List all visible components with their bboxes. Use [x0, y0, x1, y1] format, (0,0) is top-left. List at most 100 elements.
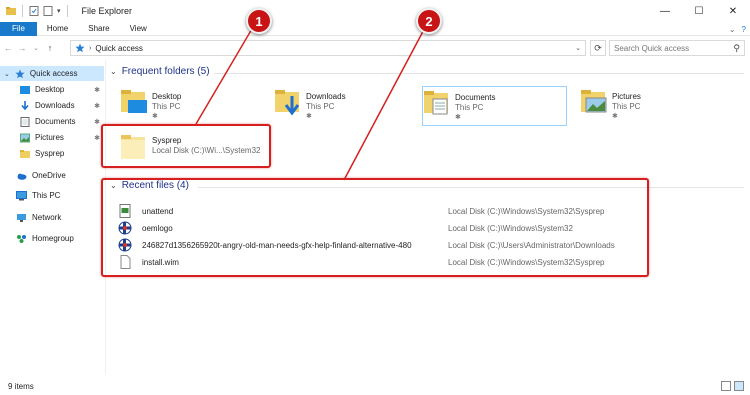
- navigation-pane: ⌄ Quick access Desktop ✱ Downloads ✱ Doc…: [0, 60, 105, 375]
- maximize-button[interactable]: ☐: [682, 0, 716, 22]
- sidebar-item-homegroup[interactable]: Homegroup: [16, 231, 104, 246]
- pictures-icon: [20, 133, 30, 142]
- sidebar-item-onedrive[interactable]: OneDrive: [16, 168, 104, 183]
- pin-icon[interactable]: ✱: [612, 112, 641, 120]
- file-explorer-window: ▾ File Explorer — ☐ ✕ File Home Share Vi…: [0, 0, 750, 395]
- forward-arrow-icon[interactable]: →: [16, 43, 28, 53]
- window-controls: — ☐ ✕: [648, 0, 750, 22]
- annotation-box-1: [101, 124, 271, 168]
- pin-icon[interactable]: ✱: [306, 112, 346, 120]
- search-icon: ⚲: [733, 42, 740, 53]
- documents-icon: [20, 116, 30, 127]
- sidebar-item-desktop[interactable]: Desktop ✱: [20, 82, 104, 97]
- up-arrow-icon[interactable]: ↑: [44, 43, 56, 53]
- minimize-button[interactable]: —: [648, 0, 682, 22]
- annotation-box-2: [101, 178, 649, 277]
- toolbar-divider: [66, 5, 68, 17]
- back-arrow-icon[interactable]: ←: [2, 43, 14, 53]
- tile-name: Desktop: [152, 92, 182, 101]
- folder-tile-downloads[interactable]: Downloads This PC ✱: [274, 86, 414, 126]
- details-view-icon[interactable]: [721, 381, 731, 391]
- computer-icon: [16, 190, 27, 200]
- chevron-down-icon[interactable]: ⌄: [4, 70, 10, 78]
- ribbon-right: ⌄ ?: [729, 22, 746, 36]
- sidebar-item-label: Network: [32, 213, 62, 222]
- group-title: Frequent folders (5): [121, 66, 210, 77]
- refresh-button[interactable]: ⟳: [590, 40, 606, 56]
- cloud-icon: [17, 173, 27, 180]
- folder-icon: [20, 149, 30, 158]
- breadcrumb-arrow-icon[interactable]: ›: [89, 45, 91, 52]
- sidebar-item-this-pc[interactable]: This PC: [16, 188, 104, 203]
- sidebar-item-sysprep[interactable]: Sysprep: [20, 146, 104, 161]
- sidebar-item-label: Pictures: [35, 133, 64, 142]
- tab-file[interactable]: File: [0, 21, 37, 36]
- properties-icon[interactable]: [29, 6, 39, 16]
- folder-tile-documents[interactable]: Documents This PC ✱: [422, 86, 567, 126]
- sidebar-item-label: This PC: [32, 191, 61, 200]
- new-folder-icon[interactable]: [43, 6, 53, 16]
- tile-location: This PC: [152, 102, 181, 111]
- tile-name: Pictures: [612, 92, 641, 101]
- close-button[interactable]: ✕: [716, 0, 750, 22]
- tab-home[interactable]: Home: [37, 22, 78, 36]
- pin-icon[interactable]: ✱: [94, 118, 100, 126]
- sidebar-item-quick-access[interactable]: ⌄ Quick access: [0, 66, 104, 81]
- pin-icon[interactable]: ✱: [152, 112, 181, 120]
- folder-tile-pictures[interactable]: Pictures This PC ✱: [580, 86, 720, 126]
- address-dropdown-icon[interactable]: ⌄: [575, 44, 581, 52]
- qat-dropdown-icon[interactable]: ▾: [57, 7, 61, 15]
- tile-location: This PC: [306, 102, 335, 111]
- pin-icon[interactable]: ✱: [94, 86, 100, 94]
- documents-folder-icon: [424, 91, 448, 115]
- search-input[interactable]: Search Quick access ⚲: [609, 40, 745, 56]
- sidebar-item-network[interactable]: Network: [16, 210, 104, 225]
- star-icon: [15, 69, 25, 78]
- tile-location: This PC: [455, 103, 484, 112]
- sidebar-item-label: Downloads: [35, 101, 75, 110]
- chevron-down-icon[interactable]: ⌄: [110, 67, 117, 76]
- pin-icon[interactable]: ✱: [94, 102, 100, 110]
- tile-location: This PC: [612, 102, 641, 111]
- folder-tile-desktop[interactable]: Desktop This PC ✱: [120, 86, 260, 126]
- folder-icon[interactable]: [6, 6, 16, 16]
- group-divider: [214, 73, 744, 74]
- pin-icon[interactable]: ✱: [455, 113, 495, 121]
- address-row: ← → ⌄ ↑ › Quick access ⌄ ⟳ Search Quick …: [0, 38, 750, 58]
- view-buttons: [721, 381, 744, 391]
- sidebar-item-label: Homegroup: [32, 234, 74, 243]
- sidebar-item-documents[interactable]: Documents ✱: [20, 114, 104, 129]
- status-bar: 9 items: [0, 378, 750, 395]
- large-icons-view-icon[interactable]: [734, 381, 744, 391]
- downloads-folder-icon: [275, 90, 300, 116]
- ribbon-tabs: File Home Share View ⌄ ?: [0, 21, 750, 36]
- tab-view[interactable]: View: [120, 22, 157, 36]
- breadcrumb[interactable]: Quick access: [95, 44, 143, 53]
- annotation-badge-1: 1: [246, 8, 272, 34]
- chevron-down-icon[interactable]: ⌄: [729, 25, 736, 34]
- item-count: 9 items: [8, 382, 34, 391]
- sidebar-item-label: Desktop: [35, 85, 65, 94]
- download-arrow-icon: [21, 100, 29, 110]
- desktop-icon: [20, 85, 30, 94]
- address-bar[interactable]: › Quick access ⌄: [70, 40, 586, 56]
- homegroup-icon: [17, 234, 26, 243]
- recent-locations-icon[interactable]: ⌄: [30, 44, 42, 52]
- tab-share[interactable]: Share: [78, 22, 119, 36]
- pin-icon[interactable]: ✱: [94, 134, 100, 142]
- desktop-folder-icon: [121, 90, 147, 113]
- star-icon: [75, 43, 85, 53]
- quick-access-toolbar: ▾: [6, 5, 70, 17]
- help-icon[interactable]: ?: [742, 25, 746, 34]
- sidebar-item-pictures[interactable]: Pictures ✱: [20, 130, 104, 145]
- tile-name: Downloads: [306, 92, 346, 101]
- sidebar-item-label: Quick access: [29, 69, 78, 78]
- window-title: File Explorer: [81, 6, 133, 16]
- sidebar-item-downloads[interactable]: Downloads ✱: [20, 98, 104, 113]
- title-bar: ▾ File Explorer — ☐ ✕: [0, 0, 750, 22]
- sidebar-item-label: OneDrive: [32, 171, 66, 180]
- frequent-folders-header[interactable]: ⌄ Frequent folders (5): [110, 66, 210, 77]
- sidebar-item-label: Documents: [35, 117, 76, 126]
- tile-name: Documents: [455, 93, 496, 102]
- sidebar-item-label: Sysprep: [35, 149, 65, 158]
